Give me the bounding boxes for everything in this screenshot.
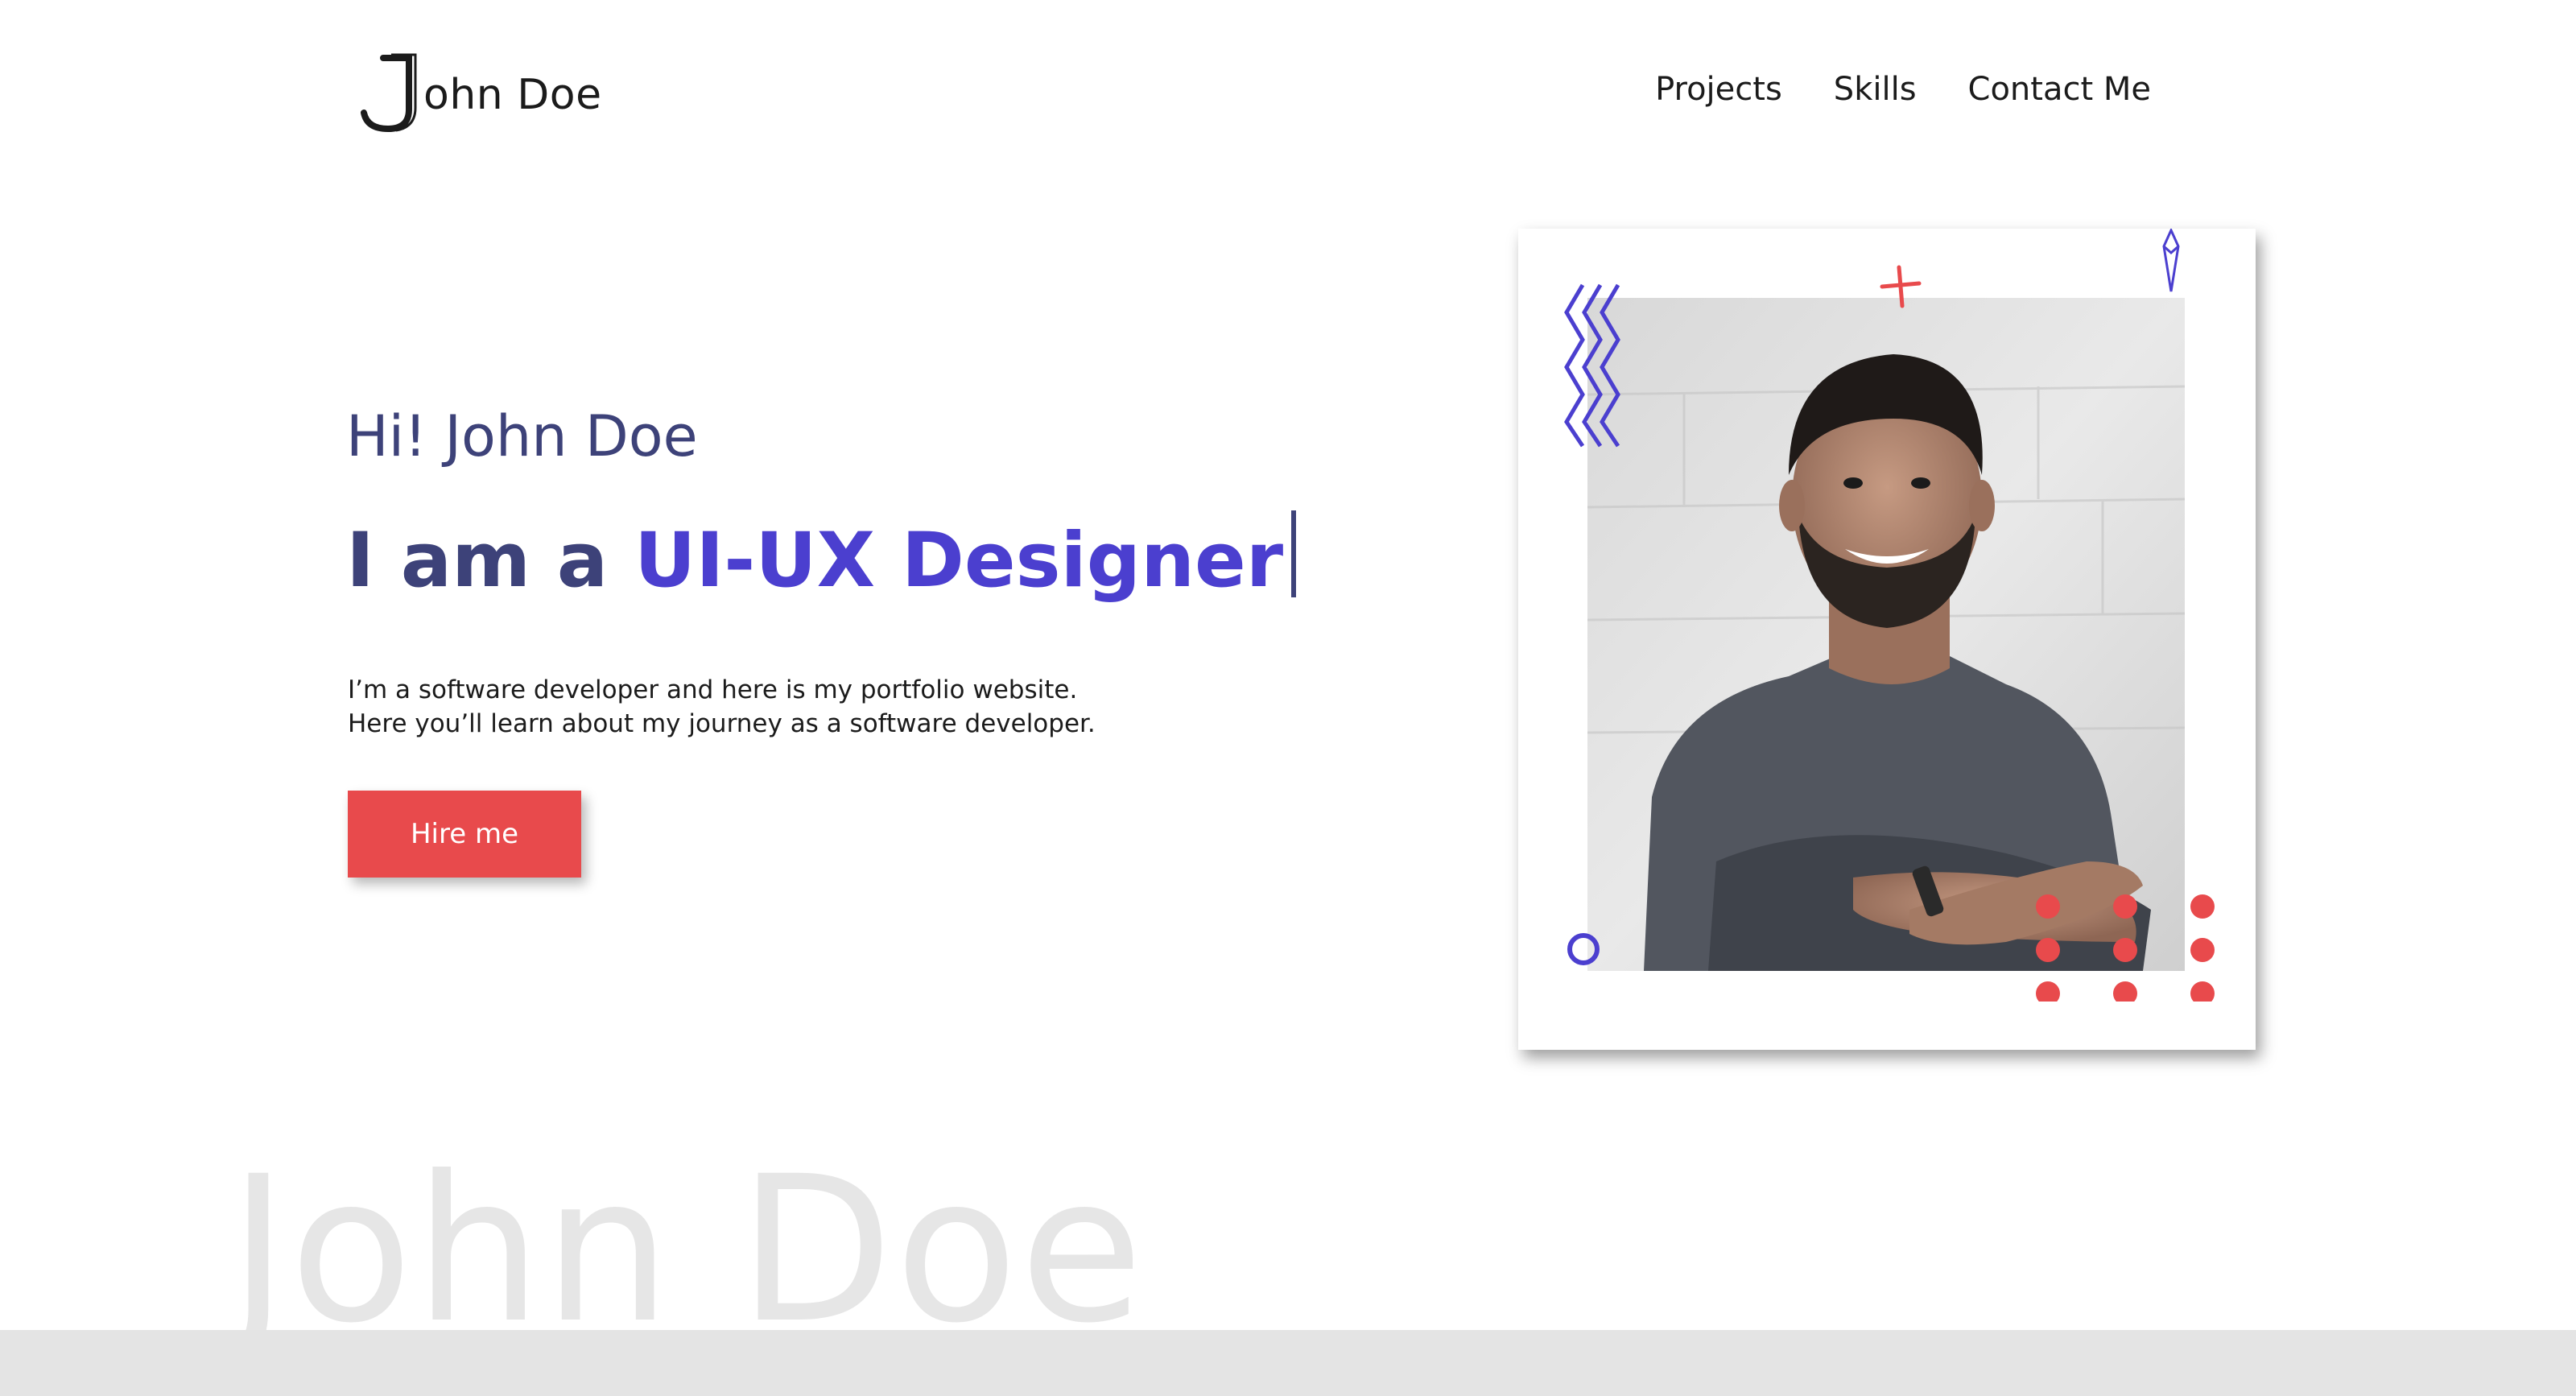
hero-description: I’m a software developer and here is my … (348, 673, 1096, 741)
hero-greeting: Hi! John Doe (346, 403, 698, 469)
letter-j-logo-icon (361, 53, 417, 133)
bottom-band (0, 1330, 2576, 1396)
crystal-icon (2162, 229, 2180, 292)
description-line-1: I’m a software developer and here is my … (348, 675, 1078, 704)
portrait-image (1587, 298, 2185, 971)
site-logo[interactable]: ohn Doe (359, 50, 602, 134)
profile-photo (1587, 298, 2185, 971)
dot-grid-icon (2036, 894, 2215, 1002)
logo-text: ohn Doe (423, 71, 602, 119)
nav-skills[interactable]: Skills (1834, 66, 1917, 113)
ring-icon (1567, 933, 1600, 965)
main-nav: Projects Skills Contact Me (1655, 66, 2151, 113)
description-line-2: Here you’ll learn about my journey as a … (348, 709, 1096, 738)
role-highlight: UI-UX Designer (634, 517, 1284, 605)
typing-caret (1291, 510, 1297, 597)
hire-me-button[interactable]: Hire me (348, 791, 581, 878)
nav-contact-me[interactable]: Contact Me (1968, 66, 2151, 113)
role-prefix: I am a (346, 517, 609, 605)
nav-projects[interactable]: Projects (1655, 66, 1782, 113)
hero-role-heading: I am a UI-UX Designer (346, 510, 1297, 611)
zigzag-icon (1564, 283, 1620, 448)
plus-icon (1880, 265, 1922, 308)
background-name-watermark: John Doe (229, 1133, 1146, 1367)
profile-photo-card (1518, 229, 2256, 1050)
